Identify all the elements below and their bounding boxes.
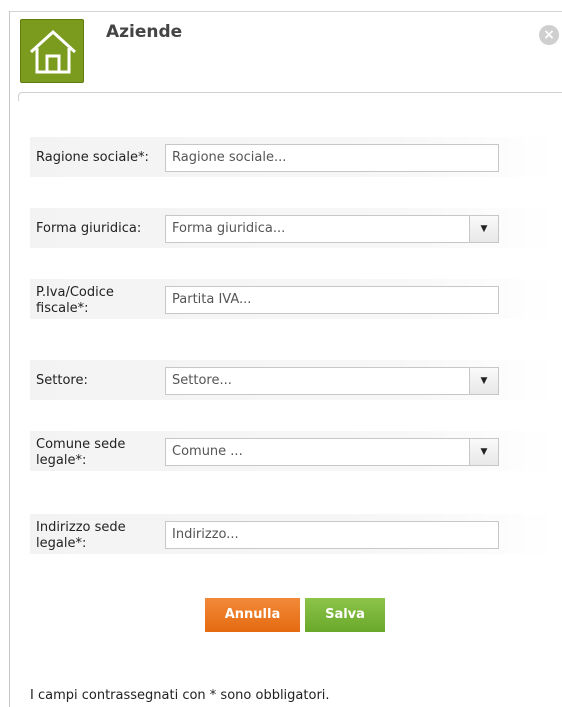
indirizzo-input[interactable]: Indirizzo... bbox=[165, 521, 499, 549]
panel-left-border bbox=[9, 11, 10, 707]
chevron-down-icon[interactable]: ▼ bbox=[469, 216, 498, 242]
select-value: Comune ... bbox=[172, 444, 243, 459]
house-icon bbox=[20, 19, 84, 83]
settore-select[interactable]: Settore... ▼ bbox=[165, 367, 499, 395]
dialog-header bbox=[10, 12, 562, 92]
page-title: Aziende bbox=[106, 22, 183, 42]
save-button[interactable]: Salva bbox=[305, 598, 385, 632]
cancel-button[interactable]: Annulla bbox=[205, 598, 300, 632]
form-row-comune: Comune sede legale*: Comune ... ▼ bbox=[30, 431, 556, 471]
form-row-settore: Settore: Settore... ▼ bbox=[30, 360, 556, 400]
select-value: Forma giuridica... bbox=[172, 221, 286, 236]
chevron-down-icon[interactable]: ▼ bbox=[469, 368, 498, 394]
ragione-sociale-input[interactable]: Ragione sociale... bbox=[165, 144, 499, 172]
form-row-piva: P.Iva/Codice fiscale*: Partita IVA... bbox=[30, 279, 556, 319]
field-label: Comune sede legale*: bbox=[36, 437, 126, 468]
partita-iva-input[interactable]: Partita IVA... bbox=[165, 286, 499, 314]
forma-giuridica-select[interactable]: Forma giuridica... ▼ bbox=[165, 215, 499, 243]
form-row-forma-giuridica: Forma giuridica: Forma giuridica... ▼ bbox=[30, 208, 556, 248]
field-label: Settore: bbox=[36, 373, 88, 388]
form-row-indirizzo: Indirizzo sede legale*: Indirizzo... bbox=[30, 514, 556, 554]
close-button[interactable]: × bbox=[539, 25, 559, 45]
chevron-down-icon[interactable]: ▼ bbox=[469, 439, 498, 465]
required-fields-note: I campi contrassegnati con * sono obblig… bbox=[30, 688, 330, 703]
field-label: P.Iva/Codice fiscale*: bbox=[36, 285, 114, 316]
comune-select[interactable]: Comune ... ▼ bbox=[165, 438, 499, 466]
header-separator bbox=[18, 92, 562, 101]
field-label: Ragione sociale*: bbox=[36, 150, 149, 165]
field-label: Indirizzo sede legale*: bbox=[36, 520, 126, 551]
select-value: Settore... bbox=[172, 373, 232, 388]
field-label: Forma giuridica: bbox=[36, 221, 142, 236]
form-row-ragione-sociale: Ragione sociale*: Ragione sociale... bbox=[30, 137, 556, 177]
